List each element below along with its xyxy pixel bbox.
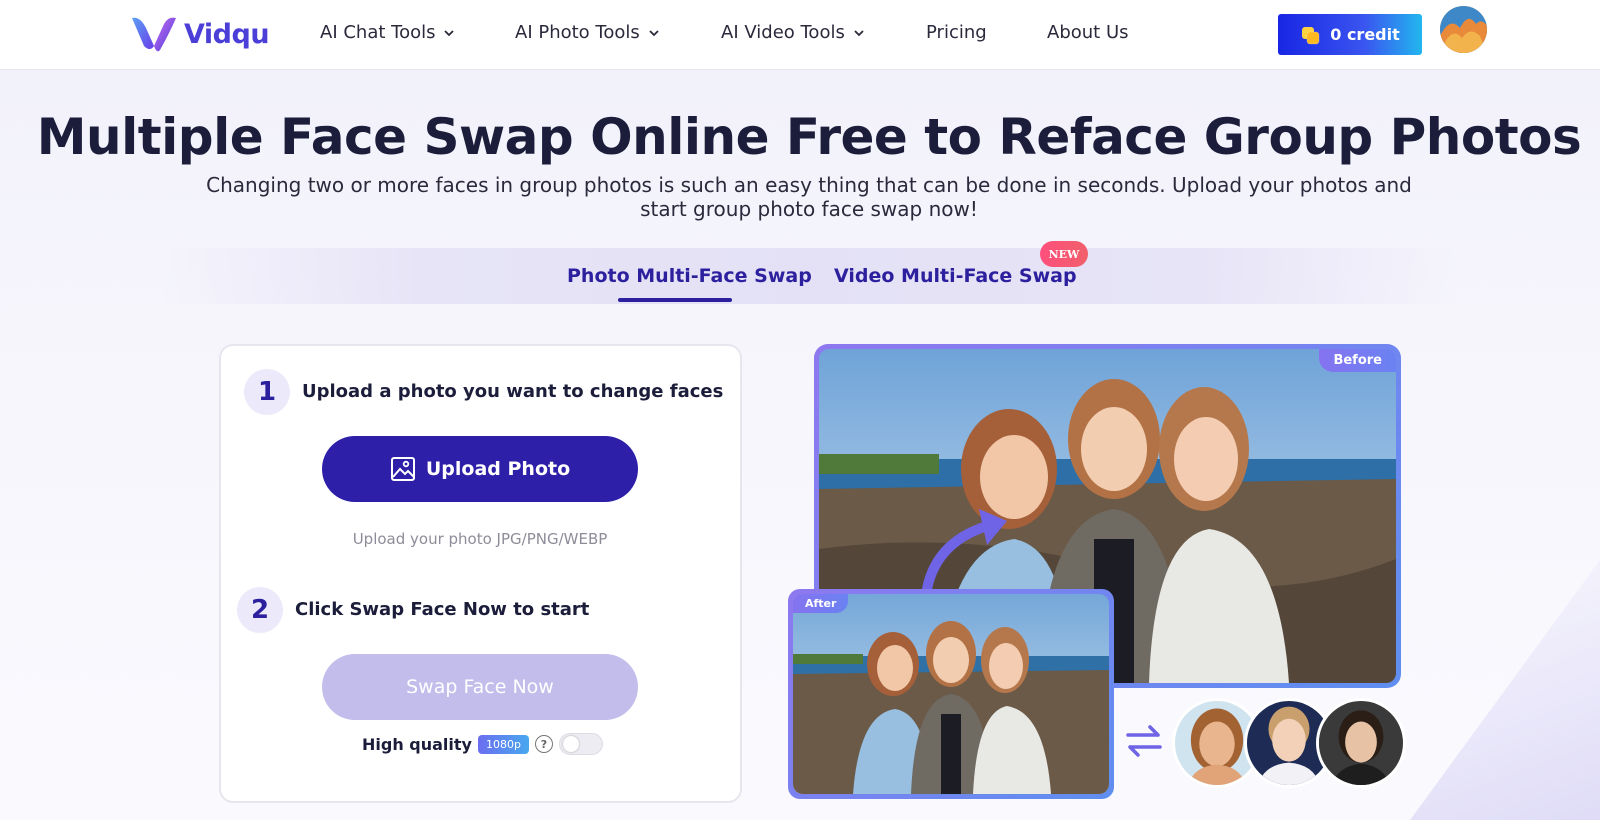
target-face-3 [1316, 698, 1406, 788]
chevron-down-icon [854, 29, 864, 36]
page-title: Multiple Face Swap Online Free to Reface… [36, 108, 1582, 166]
upload-button-label: Upload Photo [425, 458, 571, 480]
after-image-frame: After [788, 589, 1114, 799]
chevron-down-icon [444, 29, 455, 36]
tab-photo-multi-face-swap[interactable]: Photo Multi-Face Swap [567, 265, 812, 287]
nav-label: AI Video Tools [721, 22, 845, 43]
credit-button[interactable]: 0 credit [1278, 14, 1422, 55]
high-quality-toggle[interactable] [558, 733, 603, 755]
nav-label: AI Chat Tools [320, 22, 436, 43]
background-decoration [1410, 560, 1600, 820]
step-1-text: Upload a photo you want to change faces [302, 381, 724, 402]
nav-label: About Us [1047, 22, 1129, 43]
brand-logo[interactable]: Vidqu [130, 14, 270, 54]
nav-label: AI Photo Tools [515, 22, 640, 43]
tab-video-multi-face-swap[interactable]: Video Multi-Face Swap [834, 265, 1077, 287]
nav-pricing[interactable]: Pricing [926, 22, 987, 43]
step-2-text: Click Swap Face Now to start [295, 599, 590, 620]
nav-label: Pricing [926, 22, 987, 43]
after-photo: After [793, 594, 1109, 794]
page-subtitle: Changing two or more faces in group phot… [206, 173, 1412, 221]
swap-arrows-icon [1126, 725, 1162, 757]
nav-ai-chat-tools[interactable]: AI Chat Tools [320, 22, 455, 43]
avatar-image [1440, 6, 1487, 53]
new-badge: NEW [1040, 241, 1088, 267]
nav-about-us[interactable]: About Us [1047, 22, 1129, 43]
step-2-number: 2 [237, 587, 283, 633]
swap-face-now-button[interactable]: Swap Face Now [322, 654, 638, 720]
face-image [1319, 701, 1403, 785]
top-navbar: Vidqu AI Chat Tools AI Photo Tools AI Vi… [0, 0, 1600, 70]
high-quality-row: High quality 1080p ? [362, 733, 603, 755]
image-icon [390, 457, 415, 481]
chevron-down-icon [649, 29, 659, 36]
group-photo-after [793, 594, 1109, 794]
vidqu-logo-icon [132, 17, 176, 52]
high-quality-label: High quality [362, 734, 472, 754]
brand-name: Vidqu [184, 18, 270, 50]
credit-label: 0 credit [1330, 25, 1400, 44]
before-label: Before [1319, 349, 1396, 372]
step-1-number: 1 [244, 369, 290, 415]
active-tab-indicator [618, 298, 732, 302]
after-label: After [793, 594, 849, 613]
upload-format-hint: Upload your photo JPG/PNG/WEBP [352, 530, 608, 548]
nav-ai-photo-tools[interactable]: AI Photo Tools [515, 22, 660, 43]
upload-photo-button[interactable]: Upload Photo [322, 436, 638, 502]
user-avatar[interactable] [1440, 6, 1487, 53]
resolution-badge: 1080p [477, 734, 529, 754]
coins-icon [1302, 26, 1320, 44]
nav-ai-video-tools[interactable]: AI Video Tools [721, 22, 865, 43]
question-circle-icon[interactable]: ? [534, 735, 553, 753]
